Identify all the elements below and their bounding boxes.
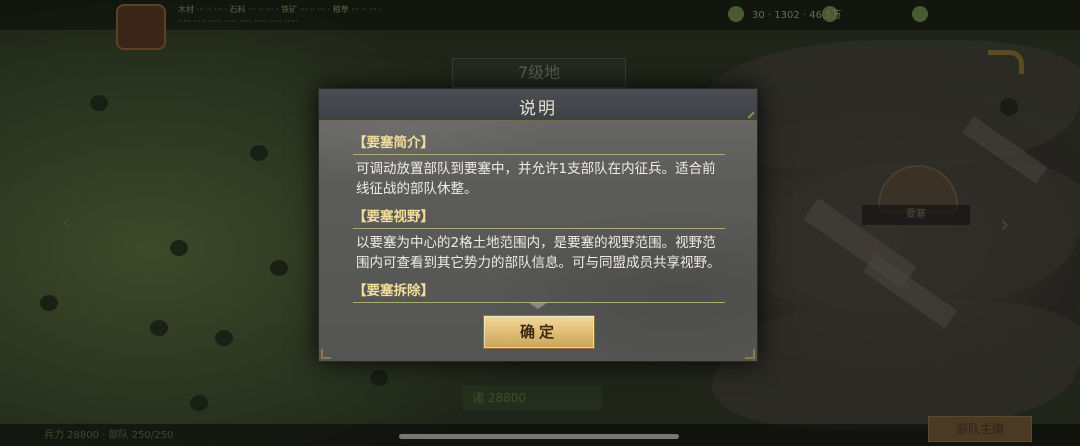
tree (250, 145, 268, 161)
tree (150, 320, 168, 336)
tree (170, 240, 188, 256)
section-heading-vision: 【要塞视野】 (353, 207, 725, 229)
confirm-button[interactable]: 确定 (483, 315, 595, 349)
tree (215, 330, 233, 346)
section-heading-intro: 【要塞简介】 (353, 133, 725, 155)
chevron-left-icon[interactable]: ‹ (62, 208, 72, 236)
fortress-label: 要塞 (862, 205, 970, 225)
corner-ornament-icon (321, 349, 331, 359)
resource-row: ····· ····· ····· ····· ····· ····· ····… (178, 17, 298, 26)
top-right-currency: 30 · 1302 · 46.5万 (752, 10, 842, 21)
dialog-scroll-content[interactable]: 【要塞简介】 可调动放置部队到要塞中，并允许1支部队在内征兵。适合前线征战的部队… (353, 133, 725, 309)
info-dialog: 说明 【要塞简介】 可调动放置部队到要塞中，并允许1支部队在内征兵。适合前线征战… (318, 88, 758, 362)
tree (40, 295, 58, 311)
gold-icon (912, 6, 928, 22)
section-heading-demolish: 【要塞拆除】 (353, 281, 725, 303)
troop-summary: 兵力 28800 · 部队 250/250 (44, 430, 174, 441)
player-avatar[interactable] (116, 4, 166, 50)
chevron-down-icon (529, 303, 547, 311)
tree (90, 95, 108, 111)
home-indicator[interactable] (399, 434, 679, 439)
return-arrow-icon[interactable] (988, 50, 1024, 74)
section-body-intro: 可调动放置部队到要塞中，并允许1支部队在内征兵。适合前线征战的部队休整。 (356, 161, 716, 197)
unit-badge[interactable]: 诸 28800 (462, 386, 602, 410)
tree (270, 260, 288, 276)
dialog-title: 说明 (519, 99, 557, 119)
section-body-vision: 以要塞为中心的2格土地范围内，是要塞的视野范围。视野范围内可查看到其它势力的部队… (356, 235, 721, 271)
help-icon[interactable] (1000, 98, 1018, 116)
chevron-right-icon[interactable]: › (1000, 210, 1010, 238)
corner-ornament-icon (745, 349, 755, 359)
tree (370, 370, 388, 386)
army-manage-button[interactable]: 部队主编 (928, 416, 1032, 442)
copper-icon (728, 6, 744, 22)
tile-level-banner: 7级地 (452, 58, 626, 88)
resource-row: 木材 ··· ·· ··· · 石料 ··· ·· ··· · 铁矿 ··· ·… (178, 5, 382, 14)
tree (190, 395, 208, 411)
dialog-title-bar: 说明 (319, 89, 757, 121)
